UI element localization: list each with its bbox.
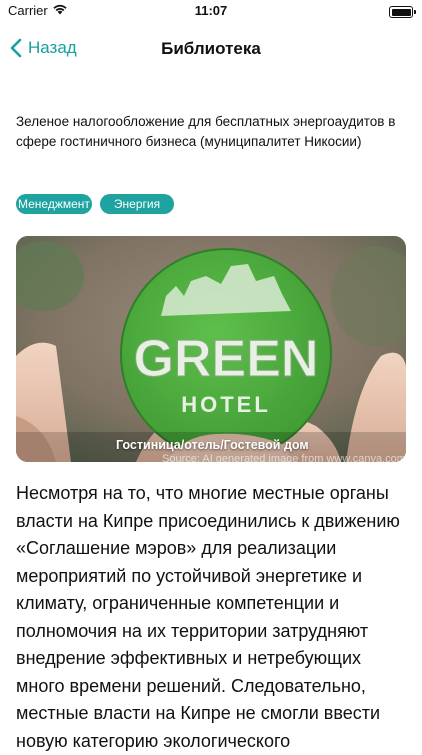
battery-icon [389,6,416,18]
image-source: Source: AI generated image from www.canv… [162,453,406,462]
image-caption: Гостиница/отель/Гостевой дом [116,438,309,452]
article-image: GREEN HOTEL Гостиница/отель/Гостевой дом… [16,236,406,462]
badge-word-green: GREEN [134,330,319,388]
tag-energy[interactable]: Энергия [99,194,175,214]
badge-word-hotel: HOTEL [181,392,271,417]
status-time: 11:07 [194,3,228,18]
page-title: Библиотека [161,39,261,58]
article-headline: Зеленое налогообложение для бесплатных э… [16,114,396,149]
green-hotel-badge-photo: GREEN HOTEL [16,236,406,462]
tag-management[interactable]: Менеджмент [16,194,92,214]
status-bar: Carrier 11:07 [0,0,422,24]
tag-list: Менеджмент Энергия [16,194,175,214]
navigation-bar: Назад Библиотека [0,30,422,70]
article-body: Несмотря на то, что многие местные орган… [16,483,400,751]
